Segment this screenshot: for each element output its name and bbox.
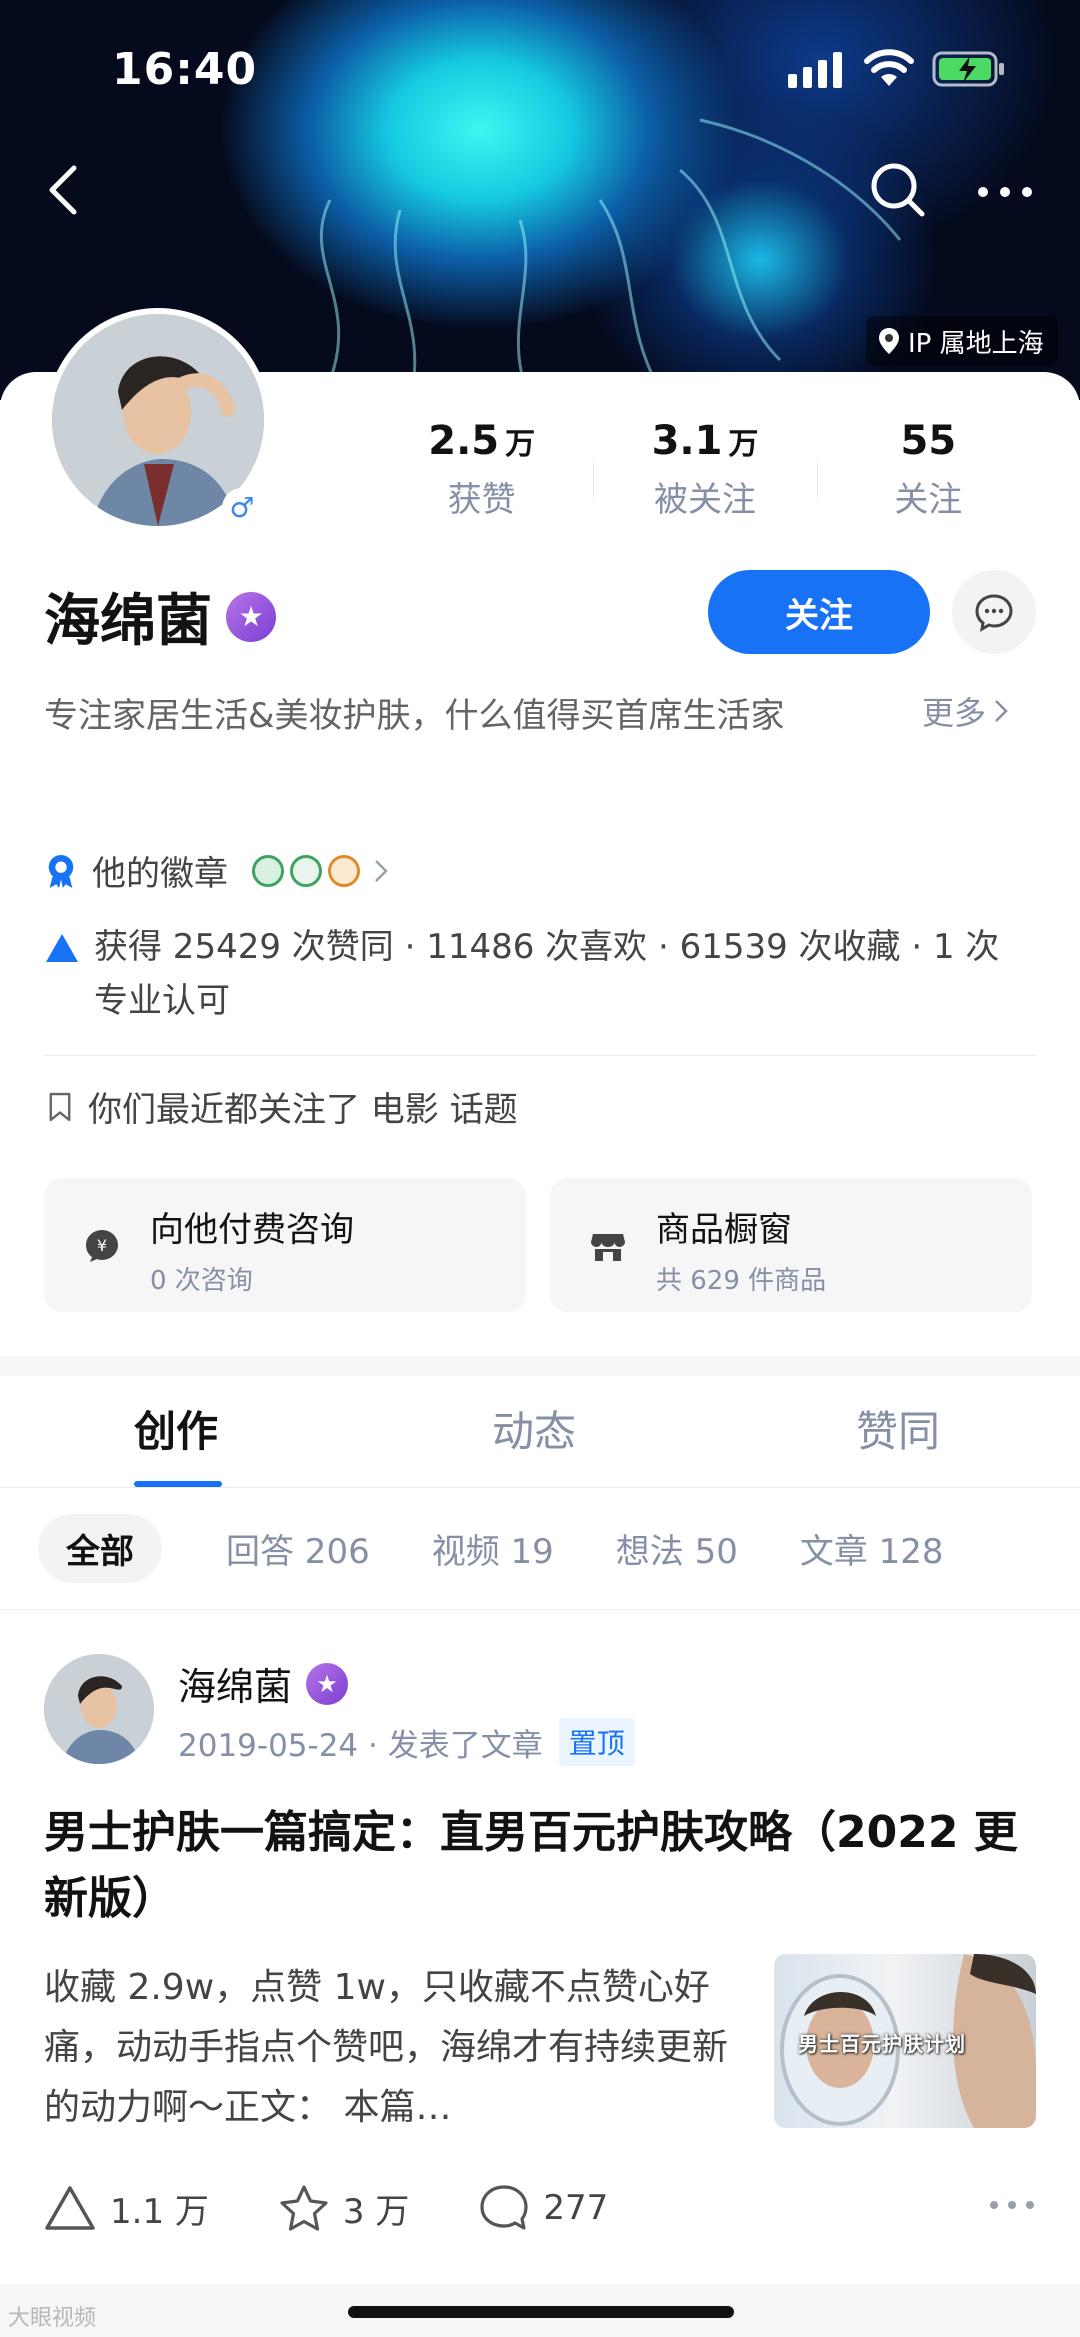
wifi-icon [864,49,914,86]
status-bar: 16:40 [0,0,1080,140]
filter-videos[interactable]: 视频 19 [432,1524,554,1573]
upvote-button[interactable]: 1.1 万 [44,2184,209,2233]
badge-icon [328,854,360,887]
favorite-button[interactable]: 3 万 [279,2184,409,2233]
feed-actions: 1.1 万 3 万 277 [44,2176,1036,2240]
badges-row[interactable]: 他的徽章 [44,846,388,895]
filter-all[interactable]: 全部 [38,1514,162,1583]
tab-upvoted[interactable]: 赞同 [716,1376,1080,1487]
feed-thumbnail[interactable]: 男士百元护肤计划 [774,1954,1036,2128]
content-filter-tabs: 全部 回答 206 视频 19 想法 50 文章 128 [0,1488,1080,1610]
watermark: 大眼视频 [8,2306,97,2331]
verified-badge-icon: ★ [306,1662,349,1705]
chevron-right-icon [375,859,388,882]
store-icon [591,1234,625,1261]
profile-bio: 专注家居生活&美妆护肤，什么值得买首席生活家 [44,696,785,736]
paid-consult-card[interactable]: ¥ 向他付费咨询 0 次咨询 [44,1178,526,1312]
badge-icon [290,854,322,887]
thumbnail-caption: 男士百元护肤计划 [798,2032,966,2056]
profile-name-row: 海绵菌 ★ [44,576,276,657]
chat-icon [975,594,1013,632]
filter-thoughts[interactable]: 想法 50 [616,1524,738,1573]
upvote-triangle-icon [46,934,78,962]
feed-meta: 2019-05-24 · 发表了文章 置顶 [178,1718,635,1766]
yuan-icon: ¥ [86,1230,118,1262]
comment-button[interactable]: 277 [479,2184,608,2232]
stat-followers[interactable]: 3.1 万 被关注 [593,418,816,538]
gender-badge: ♂ [222,488,262,528]
feed-date: 2019-05-24 · 发表了文章 [178,1727,543,1764]
star-icon [280,2185,328,2231]
profile-name: 海绵菌 [44,589,212,654]
bookmark-icon [49,1092,71,1121]
more-icon[interactable] [988,2190,1036,2220]
stat-likes[interactable]: 2.5 万 获赞 [370,418,593,538]
tab-activity[interactable]: 动态 [352,1376,716,1487]
more-icon[interactable] [975,172,1035,212]
comment-icon [480,2185,528,2230]
divider [44,1055,1036,1056]
badge-icons [252,854,360,887]
signal-icon [788,52,842,88]
avatar-image [44,1654,154,1764]
feed-author-avatar[interactable] [44,1654,154,1764]
badge-icon [252,854,284,887]
status-time: 16:40 [112,44,258,95]
svg-text:¥: ¥ [97,1236,107,1255]
profile-stats: 2.5 万 获赞 3.1 万 被关注 55 关注 [370,418,1040,538]
achievements: 获得 25429 次赞同 · 11486 次喜欢 · 61539 次收藏 · 1… [44,920,1024,1028]
tab-creation[interactable]: 创作 [0,1376,352,1487]
follow-button[interactable]: 关注 [708,570,930,654]
upvote-icon [45,2186,95,2230]
filter-answers[interactable]: 回答 206 [226,1524,370,1573]
battery-icon [932,51,1004,87]
pinned-badge: 置顶 [558,1718,635,1766]
feed-excerpt[interactable]: 收藏 2.9w，点赞 1w，只收藏不点赞心好痛，动动手指点个赞吧，海绵才有持续更… [44,1958,744,2138]
filter-articles[interactable]: 文章 128 [800,1524,944,1573]
section-gap [0,1356,1080,1376]
badges-label: 他的徽章 [92,854,228,894]
feed-author-row: 海绵菌 ★ [178,1656,349,1711]
ip-location-text: IP 属地上海 [908,328,1044,359]
ip-location-badge: IP 属地上海 [866,316,1058,366]
bio-more-link[interactable]: 更多 [922,688,1008,734]
mutual-follow[interactable]: 你们最近都关注了 电影 话题 [48,1082,518,1131]
feed-author-name[interactable]: 海绵菌 [178,1656,292,1711]
search-icon[interactable] [868,160,928,220]
shop-window-card[interactable]: 商品橱窗 共 629 件商品 [550,1178,1032,1312]
home-indicator [348,2306,734,2318]
feed-title[interactable]: 男士护肤一篇搞定：直男百元护肤攻略（2022 更新版） [44,1800,1044,1932]
stat-following[interactable]: 55 关注 [816,418,1040,538]
achievements-text: 获得 25429 次赞同 · 11486 次喜欢 · 61539 次收藏 · 1… [94,927,1000,1021]
male-icon: ♂ [229,491,255,524]
verified-badge-icon: ★ [226,591,276,642]
mutual-follow-text: 你们最近都关注了 电影 话题 [88,1090,518,1130]
chevron-right-icon [995,700,1008,722]
medal-icon [48,854,74,888]
content-tabs: 创作 动态 赞同 [0,1376,1080,1488]
back-icon[interactable] [40,160,90,220]
message-button[interactable] [952,570,1036,654]
location-pin-icon [879,328,899,354]
